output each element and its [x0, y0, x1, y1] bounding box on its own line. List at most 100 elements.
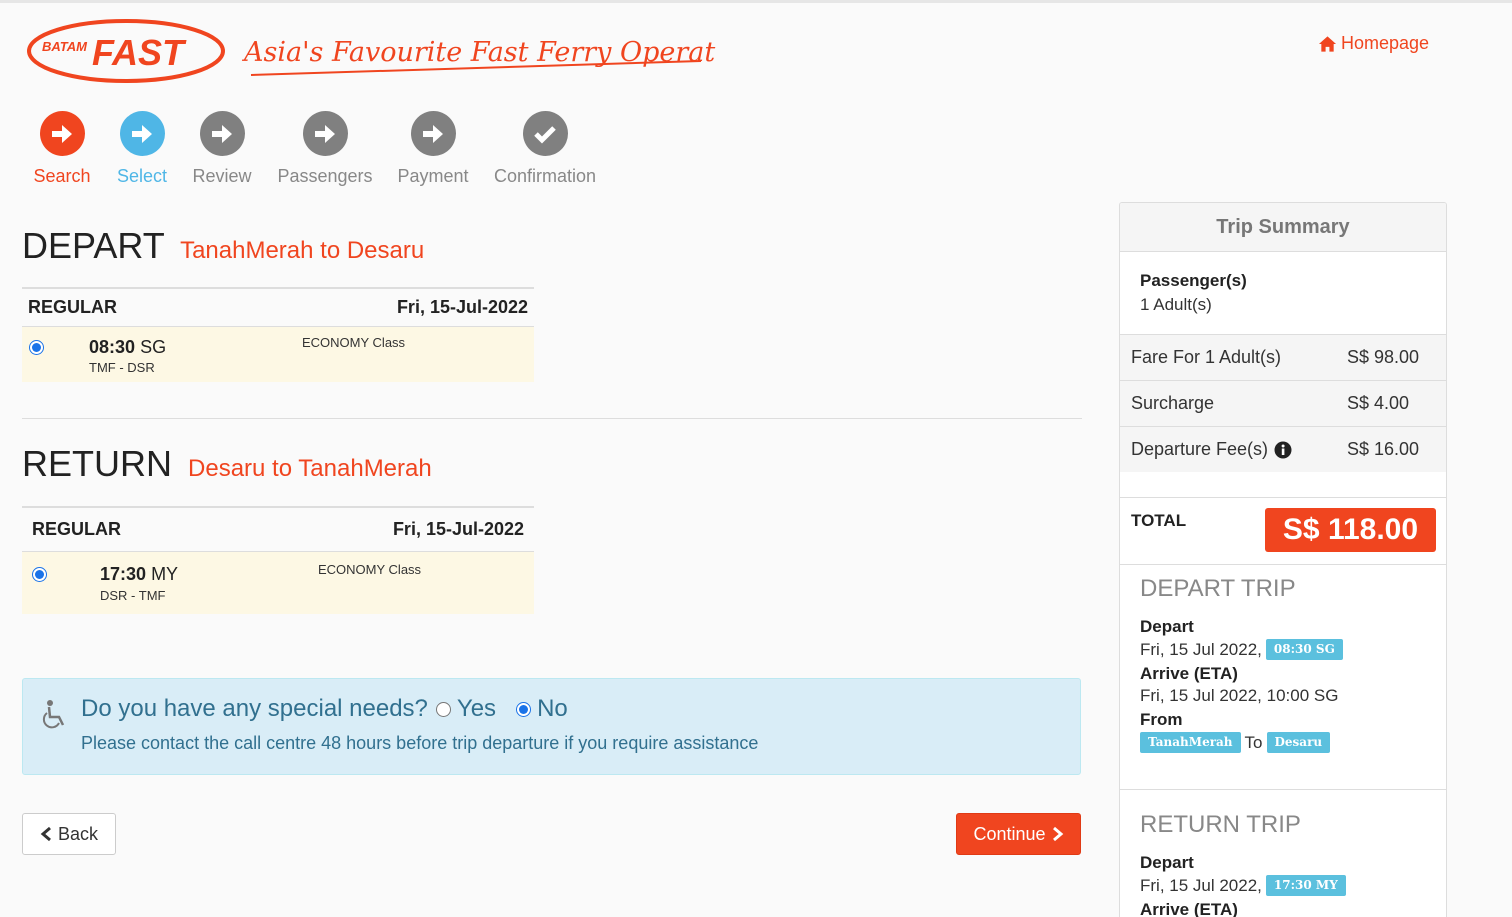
fare-class: ECONOMY Class: [302, 335, 406, 350]
arrow-right-icon: [410, 111, 456, 156]
depart-label: Depart: [1140, 617, 1194, 636]
surcharge-label: Surcharge: [1131, 393, 1215, 413]
return-fare-radio[interactable]: [32, 567, 47, 582]
fare-option-row[interactable]: 17:30 MY DSR - TMF ECONOMY Class: [22, 552, 534, 614]
fare-class: ECONOMY Class: [318, 562, 422, 577]
back-label: Back: [57, 823, 99, 844]
fare-tz: MY: [151, 564, 179, 584]
special-needs-no-radio[interactable]: [516, 701, 532, 717]
logo-brand-big: FAST: [92, 32, 187, 73]
return-trip-summary: RETURN TRIP Depart Fri, 15 Jul 2022, 17:…: [1140, 811, 1346, 917]
departure-fee-line: Departure Fee(s) S$ 16.00: [1120, 426, 1446, 472]
step-passengers: Passengers: [270, 111, 380, 187]
total-value: S$ 118.00: [1265, 508, 1436, 552]
fare-tz: SG: [140, 337, 167, 357]
step-label: Review: [192, 166, 252, 186]
arrow-right-icon: [119, 111, 165, 156]
step-payment: Payment: [378, 111, 488, 187]
departure-fee-value: S$ 16.00: [1347, 439, 1420, 459]
special-needs-yes-radio[interactable]: [435, 701, 451, 717]
depart-title: DEPART: [22, 225, 165, 266]
return-trip-title: RETURN TRIP: [1140, 811, 1301, 838]
logo-brand-small: BATAM: [42, 39, 88, 54]
home-icon: [1318, 35, 1337, 52]
trip-separator: [1120, 789, 1446, 790]
section-divider: [22, 418, 1082, 419]
special-needs-note: Please contact the call centre 48 hours …: [81, 733, 759, 753]
fare-type: REGULAR: [28, 297, 117, 317]
arrive-label: Arrive (ETA): [1140, 664, 1238, 683]
trip-summary-title: Trip Summary: [1120, 203, 1446, 252]
fare-time: 17:30 MY: [100, 564, 178, 585]
arrow-right-icon: [302, 111, 348, 156]
depart-time-badge: 08:30 SG: [1265, 639, 1343, 660]
return-fare-table: REGULAR Fri, 15-Jul-2022 17:30 MY DSR - …: [22, 506, 534, 614]
from-badge: TanahMerah: [1140, 732, 1241, 753]
from-label: From: [1140, 710, 1183, 729]
surcharge-value: S$ 4.00: [1347, 393, 1410, 413]
step-label: Confirmation: [493, 166, 597, 186]
wheelchair-icon: [42, 700, 65, 729]
passengers-label: Passenger(s): [1140, 271, 1247, 290]
depart-trip-title: DEPART TRIP: [1140, 575, 1296, 602]
surcharge-line: Surcharge S$ 4.00: [1120, 380, 1446, 426]
return-title: RETURN: [22, 443, 172, 484]
fare-date: Fri, 15-Jul-2022: [392, 519, 524, 539]
depart-time-badge: 17:30 MY: [1265, 875, 1346, 896]
return-heading: RETURN Desaru to TanahMerah: [22, 443, 432, 485]
passengers-summary: Passenger(s) 1 Adult(s): [1140, 271, 1247, 315]
special-needs-panel: Do you have any special needs? Yes No Pl…: [22, 678, 1081, 775]
step-confirmation: Confirmation: [490, 111, 600, 187]
fare-route-code: TMF - DSR: [89, 360, 155, 375]
special-needs-question: Do you have any special needs? Yes No: [81, 695, 580, 723]
fare-time: 08:30 SG: [89, 337, 166, 358]
fare-header: REGULAR Fri, 15-Jul-2022: [22, 287, 534, 327]
from-to: TanahMerah To Desaru: [1140, 732, 1343, 753]
depart-date: Fri, 15 Jul 2022,: [1140, 875, 1262, 895]
fare-label: Fare For 1 Adult(s): [1131, 347, 1282, 367]
homepage-link[interactable]: Homepage: [1318, 33, 1429, 54]
back-button[interactable]: Back: [22, 813, 116, 855]
chevron-left-icon: [40, 826, 51, 842]
step-label: Payment: [397, 166, 469, 186]
arrow-right-icon: [39, 111, 85, 156]
passengers-value: 1 Adult(s): [1140, 295, 1212, 314]
depart-fare-radio[interactable]: [29, 340, 44, 355]
chevron-right-icon: [1052, 826, 1063, 842]
trip-summary-panel: Trip Summary Passenger(s) 1 Adult(s) Far…: [1119, 202, 1447, 917]
arrive-value: Fri, 15 Jul 2022, 10:00 SG: [1140, 686, 1339, 705]
depart-fare-table: REGULAR Fri, 15-Jul-2022 08:30 SG TMF - …: [22, 287, 534, 382]
depart-label: Depart: [1140, 853, 1194, 872]
depart-trip-summary: DEPART TRIP Depart Fri, 15 Jul 2022, 08:…: [1140, 575, 1343, 753]
continue-label: Continue: [973, 823, 1046, 844]
fare-option-row[interactable]: 08:30 SG TMF - DSR ECONOMY Class: [22, 327, 534, 382]
step-label: Passengers: [277, 166, 373, 186]
departure-fee-label: Departure Fee(s): [1131, 439, 1269, 459]
to-label: To: [1244, 732, 1263, 752]
depart-datetime: Fri, 15 Jul 2022, 17:30 MY: [1140, 875, 1346, 896]
depart-route: TanahMerah to Desaru: [180, 237, 425, 264]
fare-header: REGULAR Fri, 15-Jul-2022: [22, 506, 534, 552]
step-review: Review: [167, 111, 277, 187]
return-route: Desaru to TanahMerah: [188, 455, 432, 482]
depart-date: Fri, 15 Jul 2022,: [1140, 639, 1262, 659]
depart-datetime: Fri, 15 Jul 2022, 08:30 SG: [1140, 639, 1343, 660]
info-icon[interactable]: [1274, 441, 1292, 459]
fare-value: S$ 98.00: [1347, 347, 1420, 367]
no-label[interactable]: No: [537, 695, 568, 723]
fare-time-value: 17:30: [100, 564, 147, 584]
total-label: TOTAL: [1131, 511, 1187, 530]
fare-route-code: DSR - TMF: [100, 588, 166, 603]
continue-button[interactable]: Continue: [956, 813, 1081, 855]
departure-fee-key: Departure Fee(s): [1131, 439, 1292, 460]
arrow-right-icon: [199, 111, 245, 156]
total-row: TOTAL S$ 118.00: [1120, 497, 1446, 565]
batamfast-logo[interactable]: BATAM FAST Asia's Favourite Fast Ferry O…: [26, 17, 716, 87]
check-icon: [522, 111, 568, 156]
fare-date: Fri, 15-Jul-2022: [396, 297, 528, 317]
fare-line: Fare For 1 Adult(s) S$ 98.00: [1120, 334, 1446, 380]
fare-time-value: 08:30: [89, 337, 136, 357]
arrive-label: Arrive (ETA): [1140, 900, 1238, 917]
special-needs-text: Do you have any special needs?: [81, 695, 428, 722]
yes-label[interactable]: Yes: [457, 695, 496, 723]
